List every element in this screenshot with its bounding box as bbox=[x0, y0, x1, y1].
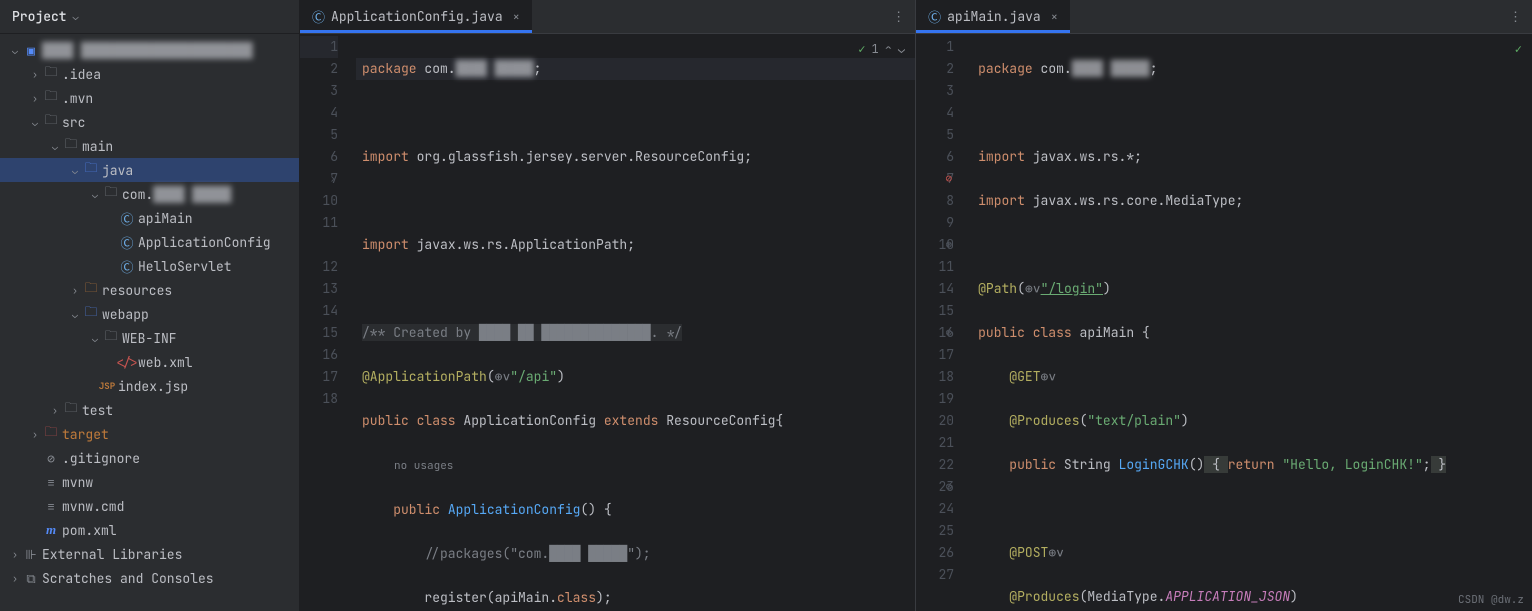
close-icon[interactable]: × bbox=[1051, 9, 1058, 25]
tree-item-indexjsp[interactable]: JSPindex.jsp bbox=[0, 374, 299, 398]
more-icon[interactable]: ⋮ bbox=[1509, 8, 1522, 25]
watermark: CSDN @dw.z bbox=[1458, 593, 1524, 607]
tab-actions[interactable]: ⋮ bbox=[1499, 0, 1532, 33]
project-tree[interactable]: ⌄▣████ ██████████████████████ ›🗀.idea ›🗀… bbox=[0, 34, 299, 611]
tree-item-webinf[interactable]: ⌄🗀WEB-INF bbox=[0, 326, 299, 350]
tab-applicationconfig[interactable]: Ⓒ ApplicationConfig.java × bbox=[300, 0, 532, 33]
folder-resources-icon: 🗀 bbox=[82, 279, 100, 301]
xml-icon: </> bbox=[118, 354, 136, 371]
editor-area: Ⓒ ApplicationConfig.java × ⋮ ✓1 ⌃⌄ 12345… bbox=[300, 0, 1532, 611]
close-icon[interactable]: × bbox=[513, 9, 520, 25]
tree-item-webapp[interactable]: ⌄🗀webapp bbox=[0, 302, 299, 326]
tree-item-appconfig[interactable]: ⒸApplicationConfig bbox=[0, 230, 299, 254]
tree-item-gitignore[interactable]: ⊘.gitignore bbox=[0, 446, 299, 470]
class-icon: Ⓒ bbox=[118, 233, 136, 252]
sidebar-header[interactable]: Project ⌄ bbox=[0, 0, 299, 34]
tab-apimain[interactable]: Ⓒ apiMain.java × bbox=[916, 0, 1070, 33]
class-icon: Ⓒ bbox=[928, 7, 941, 26]
folder-icon: 🗀 bbox=[62, 399, 80, 421]
folder-icon: 🗀 bbox=[42, 63, 60, 85]
tree-item-apimain[interactable]: ⒸapiMain bbox=[0, 206, 299, 230]
scratches-icon: ⧉ bbox=[22, 570, 40, 587]
code-content-left[interactable]: package com.████ █████; import org.glass… bbox=[356, 34, 915, 611]
libraries-icon: ⊪ bbox=[22, 546, 40, 563]
maven-icon: m bbox=[42, 522, 60, 538]
file-icon: ≡ bbox=[42, 498, 60, 515]
code-editor-right[interactable]: ✓ 1234567⊘8910⊛11141516⊛17181920212223⊛2… bbox=[916, 34, 1532, 611]
tab-actions[interactable]: ⋮ bbox=[882, 0, 915, 33]
code-content-right[interactable]: package com.████ █████; import javax.ws.… bbox=[972, 34, 1532, 611]
folder-web-icon: 🗀 bbox=[82, 303, 100, 325]
folder-icon: 🗀 bbox=[42, 111, 60, 133]
tree-item-mvn[interactable]: ›🗀.mvn bbox=[0, 86, 299, 110]
folder-icon: 🗀 bbox=[62, 135, 80, 157]
tree-item-main[interactable]: ⌄🗀main bbox=[0, 134, 299, 158]
editor-pane-right: Ⓒ apiMain.java × ⋮ ✓ 1234567⊘8910⊛111415… bbox=[916, 0, 1532, 611]
tree-item-test[interactable]: ›🗀test bbox=[0, 398, 299, 422]
project-icon: ▣ bbox=[22, 42, 40, 59]
more-icon[interactable]: ⋮ bbox=[892, 8, 905, 25]
class-icon: Ⓒ bbox=[118, 209, 136, 228]
tree-item-pom[interactable]: mpom.xml bbox=[0, 518, 299, 542]
sidebar-title: Project bbox=[12, 8, 67, 25]
tree-item-webxml[interactable]: </>web.xml bbox=[0, 350, 299, 374]
tree-item-java[interactable]: ⌄🗀java bbox=[0, 158, 299, 182]
tree-item-extlib[interactable]: ›⊪External Libraries bbox=[0, 542, 299, 566]
editor-pane-left: Ⓒ ApplicationConfig.java × ⋮ ✓1 ⌃⌄ 12345… bbox=[300, 0, 916, 611]
folder-source-icon: 🗀 bbox=[82, 159, 100, 181]
folder-icon: 🗀 bbox=[102, 327, 120, 349]
tree-item-idea[interactable]: ›🗀.idea bbox=[0, 62, 299, 86]
tab-row-left: Ⓒ ApplicationConfig.java × ⋮ bbox=[300, 0, 915, 34]
project-sidebar: Project ⌄ ⌄▣████ ██████████████████████ … bbox=[0, 0, 300, 611]
tree-item-mvnwcmd[interactable]: ≡mvnw.cmd bbox=[0, 494, 299, 518]
tab-row-right: Ⓒ apiMain.java × ⋮ bbox=[916, 0, 1532, 34]
tree-item-target[interactable]: ›🗀target bbox=[0, 422, 299, 446]
tree-item-helloservlet[interactable]: ⒸHelloServlet bbox=[0, 254, 299, 278]
tree-item-mvnw[interactable]: ≡mvnw bbox=[0, 470, 299, 494]
tab-label: apiMain.java bbox=[947, 8, 1041, 25]
tab-label: ApplicationConfig.java bbox=[331, 8, 503, 25]
code-editor-left[interactable]: ✓1 ⌃⌄ 1234567›1011 12131415161718 packag… bbox=[300, 34, 915, 611]
gutter-right[interactable]: 1234567⊘8910⊛11141516⊛17181920212223⊛242… bbox=[916, 34, 972, 611]
tree-root[interactable]: ⌄▣████ ██████████████████████ bbox=[0, 38, 299, 62]
folder-excluded-icon: 🗀 bbox=[42, 423, 60, 445]
class-icon: Ⓒ bbox=[312, 7, 325, 26]
gutter-left[interactable]: 1234567›1011 12131415161718 bbox=[300, 34, 356, 611]
tree-item-src[interactable]: ⌄🗀src bbox=[0, 110, 299, 134]
gitignore-icon: ⊘ bbox=[42, 450, 60, 467]
chevron-down-icon: ⌄ bbox=[73, 10, 79, 23]
class-icon: Ⓒ bbox=[118, 257, 136, 276]
tree-item-resources[interactable]: ›🗀resources bbox=[0, 278, 299, 302]
tree-item-package[interactable]: ⌄🗀com.████ █████ bbox=[0, 182, 299, 206]
file-icon: ≡ bbox=[42, 474, 60, 491]
tree-item-scratches[interactable]: ›⧉Scratches and Consoles bbox=[0, 566, 299, 590]
package-icon: 🗀 bbox=[102, 183, 120, 205]
folder-icon: 🗀 bbox=[42, 87, 60, 109]
jsp-icon: JSP bbox=[98, 380, 116, 392]
